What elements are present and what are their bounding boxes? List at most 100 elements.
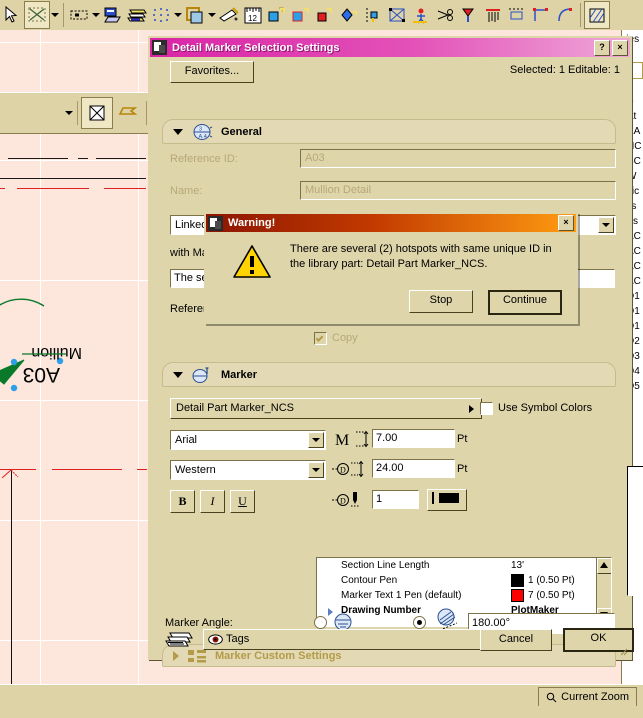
help-button[interactable]: ? (594, 39, 610, 56)
split-icon[interactable] (433, 2, 457, 28)
marker-section-header[interactable]: Marker (162, 362, 616, 387)
warning-message: There are several (2) hotspots with same… (290, 243, 552, 270)
font-combo[interactable]: Arial (170, 430, 326, 450)
marquee-select-icon[interactable] (24, 1, 50, 29)
layers-stack-icon[interactable] (125, 2, 149, 28)
parameter-name: Marker Text 1 Pen (default) (341, 590, 462, 601)
arrow-select-icon[interactable] (0, 2, 24, 28)
magnifier-icon (546, 692, 557, 702)
scroll-up-icon[interactable] (597, 558, 611, 574)
area-select-dropdown-arrow-icon[interactable] (91, 2, 101, 28)
main-toolbar: 12 (0, 0, 643, 31)
reference-line (137, 469, 147, 470)
copy-checkbox[interactable] (314, 332, 327, 345)
marker-id-text: A03 (23, 363, 60, 386)
list-item[interactable]: Section Line Length 13' (317, 558, 611, 573)
script-combo[interactable]: Western (170, 460, 326, 480)
list-item[interactable]: Marker Text 1 Pen (default) 7 (0.50 Pt) (317, 588, 611, 603)
name-label: Name: (170, 185, 203, 197)
reference-id-field[interactable]: A03 (300, 149, 616, 168)
corner-icon[interactable] (529, 2, 553, 28)
use-symbol-colors-label: Use Symbol Colors (498, 402, 593, 414)
dialog-title-bar[interactable]: Detail Marker Selection Settings ? × (150, 38, 630, 57)
stop-button[interactable]: Stop (409, 290, 473, 313)
marker-tool-icon[interactable] (81, 97, 113, 129)
svg-text:3: 3 (199, 126, 202, 132)
font-value: Arial (175, 434, 198, 446)
curve-icon[interactable] (553, 2, 577, 28)
text-size-input[interactable]: 7.00 (372, 429, 455, 448)
trim-icon[interactable] (457, 2, 481, 28)
script-value: Western (175, 464, 216, 476)
chevron-down-icon[interactable] (308, 462, 324, 478)
favorites-button[interactable]: Favorites... (170, 61, 254, 83)
drag-person-icon[interactable] (409, 2, 433, 28)
triangle-down-icon[interactable] (173, 371, 183, 378)
current-zoom-label: Current Zoom (561, 691, 629, 703)
pen-number-input[interactable]: 1 (372, 490, 419, 509)
svg-text:12: 12 (248, 14, 257, 23)
bold-button[interactable]: B (170, 490, 195, 513)
warning-title: Warning! (228, 217, 276, 229)
select-mode-dropdown-arrow-icon[interactable] (50, 2, 60, 28)
current-zoom-tab[interactable]: Current Zoom (538, 687, 637, 706)
detail-marker-graphic[interactable]: A03 Mullion (0, 288, 120, 398)
warning-title-bar[interactable]: Warning! × (206, 214, 576, 232)
ruler-icon[interactable]: 12 (241, 2, 265, 28)
reference-line (52, 469, 122, 470)
toolbar-separator (63, 3, 64, 27)
tags-selector[interactable]: Tags (203, 629, 495, 650)
layers-icon[interactable] (165, 630, 193, 650)
triangle-down-icon[interactable] (173, 128, 183, 135)
hatch-icon[interactable] (584, 1, 610, 29)
underline-button[interactable]: U (230, 490, 255, 513)
parameter-name: Contour Pen (341, 575, 398, 586)
drafting-icon[interactable] (217, 2, 241, 28)
mini-dropdown-arrow-icon[interactable] (64, 100, 74, 126)
continue-button[interactable]: Continue (488, 290, 562, 315)
selection-info-label: Selected: 1 Editable: 1 (509, 64, 620, 76)
adjust-icon[interactable] (481, 2, 505, 28)
chevron-down-icon[interactable] (598, 217, 614, 233)
subtract-node-icon[interactable] (289, 2, 313, 28)
resize-box-icon[interactable] (385, 2, 409, 28)
chevron-down-icon[interactable] (308, 432, 324, 448)
reference-line (104, 188, 146, 189)
general-section-header[interactable]: 3 A.4 General (162, 119, 616, 144)
reference-line (0, 188, 5, 189)
pointer-tool-icon[interactable] (113, 98, 143, 128)
marker-size-input[interactable]: 24.00 (372, 459, 455, 478)
copy-label: Copy (332, 332, 358, 344)
marker-size-unit: Pt (457, 463, 468, 475)
diamond-node-icon[interactable] (337, 2, 361, 28)
use-symbol-colors-checkbox[interactable] (480, 402, 493, 415)
layer-front-icon[interactable] (101, 2, 125, 28)
marker-symbol-selector[interactable]: Detail Part Marker_NCS (170, 398, 482, 419)
dialog-body: Favorites... Selected: 1 Editable: 1 3 A… (150, 57, 643, 667)
pen-color-indicator (511, 589, 524, 602)
name-field[interactable]: Mullion Detail (300, 181, 616, 200)
pen-color-swatch[interactable] (427, 489, 467, 511)
offset-icon[interactable] (361, 2, 385, 28)
stretch-box-icon[interactable] (505, 2, 529, 28)
dotted-grid-icon[interactable] (149, 2, 173, 28)
close-button[interactable]: × (612, 39, 628, 56)
close-button[interactable]: × (558, 215, 574, 231)
wall-line (78, 158, 88, 159)
add-node-icon[interactable] (265, 2, 289, 28)
fill-dropdown-arrow-icon[interactable] (207, 2, 217, 28)
mini-separator (77, 101, 78, 125)
area-select-icon[interactable] (67, 2, 91, 28)
cancel-button[interactable]: Cancel (480, 629, 552, 651)
pen-color-indicator (511, 574, 524, 587)
grid-dropdown-arrow-icon[interactable] (173, 2, 183, 28)
detail-marker-icon: 3 A.4 (193, 123, 213, 140)
triangle-right-icon[interactable] (469, 405, 474, 413)
intersect-node-icon[interactable] (313, 2, 337, 28)
fill-square-icon[interactable] (183, 2, 207, 28)
list-item[interactable]: Contour Pen 1 (0.50 Pt) (317, 573, 611, 588)
text-height-icon: M (335, 430, 369, 448)
tags-label: Tags (226, 633, 250, 645)
italic-button[interactable]: I (200, 490, 225, 513)
resize-grip-icon[interactable] (619, 647, 628, 656)
